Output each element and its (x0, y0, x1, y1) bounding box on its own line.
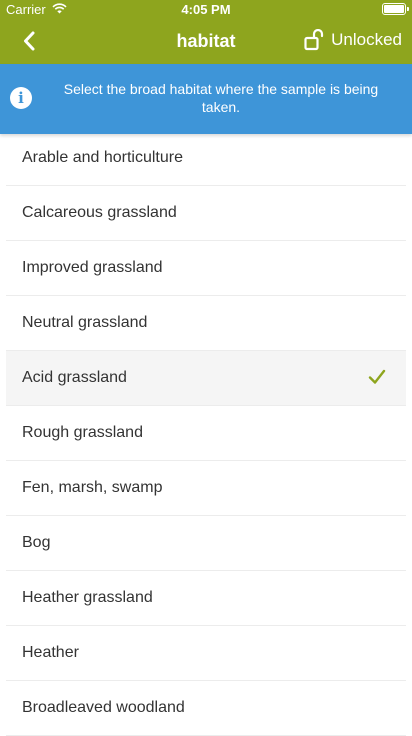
habitat-option-label: Rough grassland (22, 424, 143, 441)
habitat-option[interactable]: Calcareous grassland (6, 186, 406, 241)
nav-bar: habitat Unlocked (0, 18, 412, 64)
habitat-option[interactable]: Rough grassland (6, 406, 406, 461)
status-time: 4:05 PM (181, 2, 231, 17)
habitat-option-label: Fen, marsh, swamp (22, 479, 163, 496)
status-bar: Carrier 4:05 PM (0, 0, 412, 18)
habitat-list: Arable and horticulture Calcareous grassl… (0, 131, 412, 736)
habitat-option[interactable]: Bog (6, 516, 406, 571)
habitat-option[interactable]: Heather (6, 626, 406, 681)
habitat-option-label: Improved grassland (22, 259, 163, 276)
habitat-option-label: Heather (22, 644, 79, 661)
info-icon: i (10, 87, 32, 109)
habitat-option-label: Arable and horticulture (22, 149, 183, 166)
info-banner: i Select the broad habitat where the sam… (0, 64, 412, 134)
habitat-option[interactable]: Heather grassland (6, 571, 406, 626)
habitat-option-label: Acid grassland (22, 369, 127, 386)
lock-toggle-button[interactable]: Unlocked (304, 29, 402, 51)
battery-icon (382, 3, 409, 15)
checkmark-icon (368, 369, 386, 384)
habitat-option-label: Bog (22, 534, 51, 551)
habitat-option[interactable]: Fen, marsh, swamp (6, 461, 406, 516)
habitat-option-label: Broadleaved woodland (22, 699, 185, 716)
habitat-option-label: Heather grassland (22, 589, 153, 606)
habitat-option[interactable]: Arable and horticulture (6, 131, 406, 186)
unlock-icon (304, 29, 324, 51)
habitat-option-label: Calcareous grassland (22, 204, 177, 221)
habitat-option[interactable]: Broadleaved woodland (6, 681, 406, 736)
info-text: Select the broad habitat where the sampl… (63, 81, 379, 115)
habitat-option-label: Neutral grassland (22, 314, 148, 331)
habitat-option[interactable]: Acid grassland (6, 351, 406, 406)
habitat-option[interactable]: Neutral grassland (6, 296, 406, 351)
lock-label: Unlocked (331, 30, 402, 49)
habitat-option[interactable]: Improved grassland (6, 241, 406, 296)
